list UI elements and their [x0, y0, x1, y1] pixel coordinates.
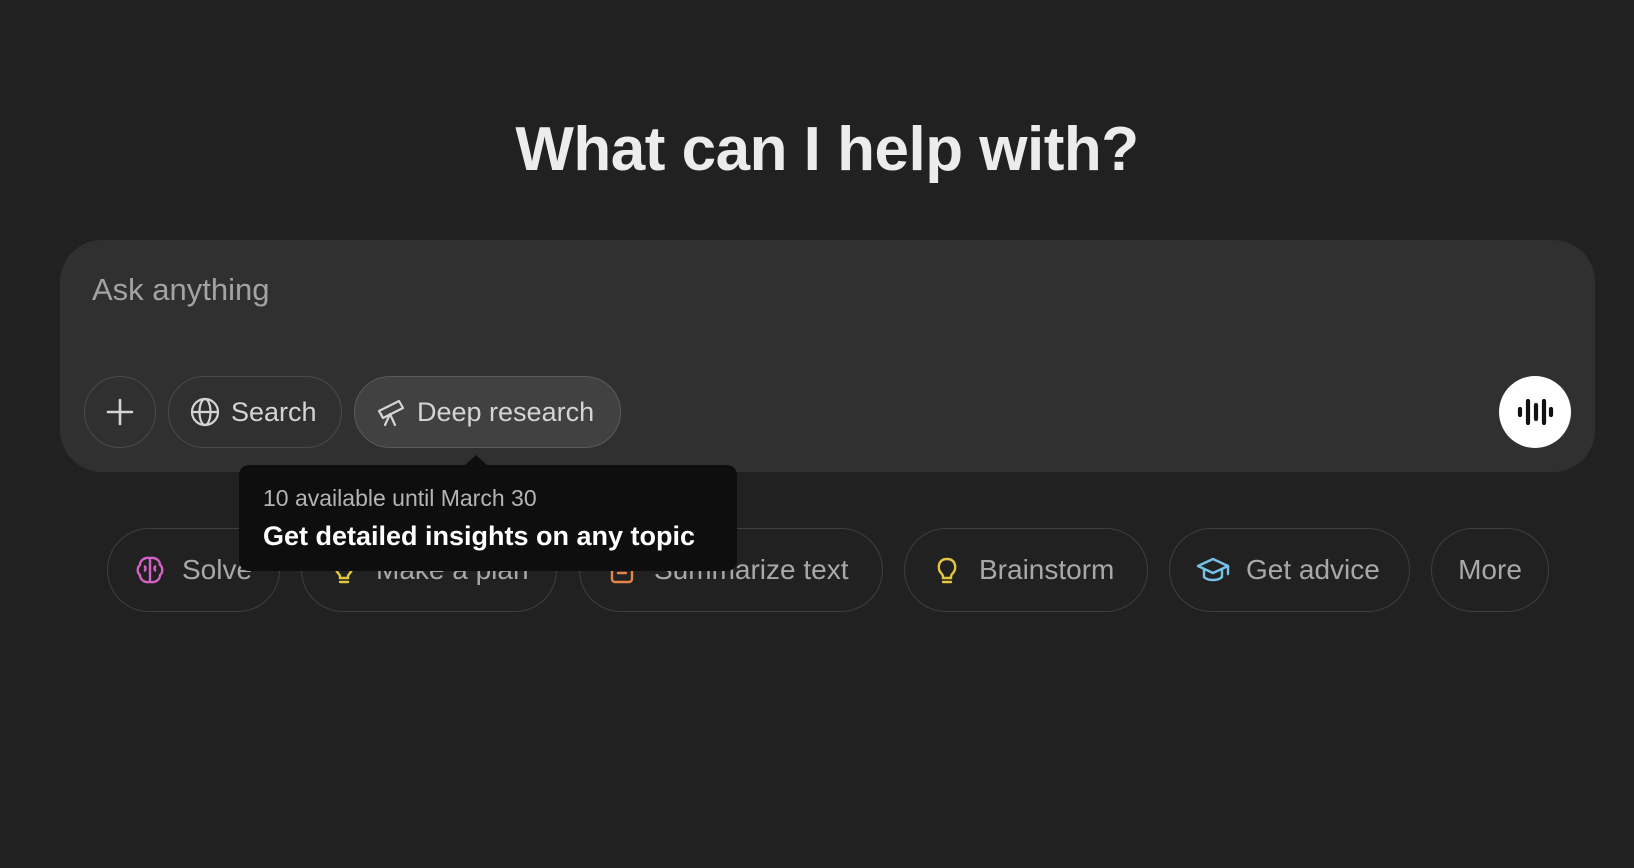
telescope-icon	[375, 396, 407, 428]
lightbulb-icon	[931, 554, 963, 586]
suggestion-brainstorm[interactable]: Brainstorm	[904, 528, 1148, 612]
search-button[interactable]: Search	[168, 376, 342, 448]
page-heading: What can I help with?	[515, 115, 1139, 184]
globe-icon	[189, 396, 221, 428]
composer: Search Deep research	[60, 240, 1595, 472]
suggestion-label: Get advice	[1246, 554, 1380, 585]
brain-icon	[134, 554, 166, 586]
suggestion-label: Brainstorm	[979, 554, 1115, 585]
suggestion-label: More	[1458, 554, 1522, 585]
deep-research-button-label: Deep research	[417, 396, 595, 427]
attach-button[interactable]	[84, 376, 156, 448]
voice-mode-button[interactable]	[1499, 376, 1571, 448]
tooltip-title: Get detailed insights on any topic	[263, 521, 696, 551]
deep-research-button[interactable]: Deep research	[354, 376, 621, 448]
prompt-input[interactable]	[92, 268, 1492, 312]
tooltip-subtitle: 10 available until March 30	[263, 485, 537, 511]
waveform-icon	[1516, 395, 1554, 429]
suggestion-more[interactable]: More	[1431, 528, 1549, 612]
page: What can I help with? Search	[0, 0, 1634, 868]
plus-icon	[105, 397, 135, 427]
deep-research-tooltip: 10 available until March 30 Get detailed…	[239, 455, 737, 571]
suggestion-get-advice[interactable]: Get advice	[1169, 528, 1410, 612]
graduation-cap-icon	[1196, 554, 1230, 586]
search-button-label: Search	[231, 396, 317, 427]
